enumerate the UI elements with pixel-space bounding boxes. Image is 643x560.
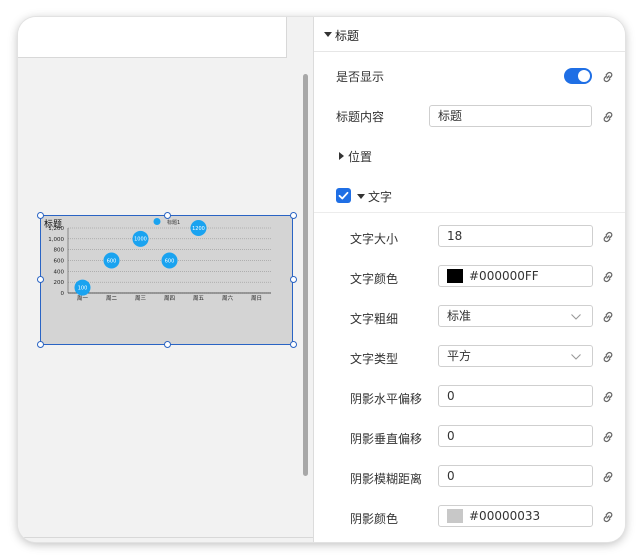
text-checkbox[interactable]	[336, 188, 351, 203]
y-tick-label: 600	[54, 259, 65, 265]
bubble-chart: 标题 标题11,2001,0008006004002000周一 周二 周三 周四 周五 周六…	[44, 218, 271, 302]
caret-down-icon[interactable]	[357, 194, 365, 199]
title-section-header[interactable]: 标题	[314, 17, 625, 52]
link-icon[interactable]	[601, 110, 615, 124]
chevron-down-icon	[571, 314, 581, 320]
link-icon[interactable]	[601, 390, 615, 404]
design-canvas[interactable]: 标题 标题1 1,200 1,000 800 600 400 200 0 周一 周二 周三 周四 周五 周六…	[18, 17, 313, 542]
y-tick-label: 1,000	[48, 237, 64, 243]
data-label: 100	[78, 285, 88, 291]
show-toggle[interactable]	[564, 68, 592, 84]
shadow-y-input[interactable]: 0	[438, 425, 593, 447]
toggle-knob	[578, 70, 590, 82]
shadow-blur-label: 阴影模糊距离	[350, 472, 423, 486]
text-section-label[interactable]: 文字	[368, 188, 392, 205]
x-tick-label: 周四	[164, 295, 175, 302]
font-weight-label: 文字粗细	[350, 312, 399, 326]
divider	[314, 212, 625, 213]
shadow-y-label: 阴影垂直偏移	[350, 432, 423, 446]
text-color-value: #000000FF	[469, 269, 539, 283]
check-icon	[338, 191, 349, 200]
font-size-label: 文字大小	[350, 232, 399, 246]
x-tick-label: 周一	[77, 295, 89, 302]
legend-label: 标题1	[167, 219, 180, 226]
section-title: 标题	[335, 29, 360, 43]
font-weight-value: 标准	[447, 309, 472, 323]
canvas-bottom-divider	[18, 537, 313, 538]
chevron-down-icon	[571, 354, 581, 360]
link-icon[interactable]	[601, 350, 615, 364]
y-tick-label: 200	[54, 280, 65, 286]
shadow-x-label: 阴影水平偏移	[350, 392, 423, 406]
text-color-swatch[interactable]	[447, 269, 463, 283]
link-icon[interactable]	[601, 510, 615, 524]
font-type-select[interactable]: 平方	[438, 345, 593, 367]
shadow-color-value: #00000033	[469, 509, 541, 523]
data-label: 600	[165, 258, 175, 264]
font-size-input[interactable]: 18	[438, 225, 593, 247]
link-icon[interactable]	[601, 270, 615, 284]
data-label: 600	[107, 258, 117, 264]
data-label: 1000	[134, 237, 147, 243]
link-icon[interactable]	[601, 70, 615, 84]
font-type-value: 平方	[447, 349, 472, 363]
link-icon[interactable]	[601, 430, 615, 444]
link-icon[interactable]	[601, 310, 615, 324]
shadow-color-swatch[interactable]	[447, 509, 463, 523]
font-type-label: 文字类型	[350, 352, 399, 366]
shadow-blur-input[interactable]: 0	[438, 465, 593, 487]
x-tick-label: 周日	[251, 295, 262, 302]
resize-handle-top[interactable]	[164, 212, 171, 219]
resize-handle-top-left[interactable]	[37, 212, 44, 219]
canvas-top-element[interactable]	[18, 17, 287, 58]
y-tick-label: 0	[61, 291, 65, 297]
show-label: 是否显示	[336, 70, 385, 84]
resize-handle-top-right[interactable]	[290, 212, 297, 219]
x-tick-label: 周六	[222, 294, 234, 302]
x-tick-label: 周五	[193, 295, 205, 302]
resize-handle-bottom-left[interactable]	[37, 341, 44, 348]
link-icon[interactable]	[601, 230, 615, 244]
text-color-label: 文字颜色	[350, 272, 399, 286]
x-tick-label: 周三	[135, 295, 147, 302]
content-label: 标题内容	[336, 110, 385, 124]
resize-handle-bottom[interactable]	[164, 341, 171, 348]
font-weight-select[interactable]: 标准	[438, 305, 593, 327]
caret-down-icon	[324, 32, 332, 37]
legend-marker	[153, 218, 161, 225]
y-tick-label: 800	[54, 248, 65, 254]
content-input[interactable]: 标题	[429, 105, 592, 127]
shadow-color-label: 阴影颜色	[350, 512, 399, 526]
resize-handle-right[interactable]	[290, 276, 297, 283]
canvas-scrollbar[interactable]	[303, 74, 308, 476]
app-window: 标题标题1 1,200 1,000 800 600 400 200 0 周一 周二 周三 周四 周五 周六…	[18, 17, 625, 542]
chart-widget[interactable]: 标题 标题1 1,200 1,000 800 600 400 200 0 周一 周二 周三 周四 周五 周六…	[40, 215, 293, 345]
y-tick-label: 1,200	[48, 226, 64, 232]
link-icon[interactable]	[601, 470, 615, 484]
caret-right-icon[interactable]	[339, 152, 344, 160]
y-tick-label: 400	[54, 269, 65, 275]
x-tick-label: 周二	[106, 295, 118, 302]
shadow-x-input[interactable]: 0	[438, 385, 593, 407]
position-label[interactable]: 位置	[348, 148, 372, 165]
property-panel: 标题 是否显示 标题内容 标题 位置 文字 文字大小 18 文字颜色 #0000…	[313, 17, 625, 542]
data-label: 1200	[192, 226, 205, 232]
resize-handle-bottom-right[interactable]	[290, 341, 297, 348]
resize-handle-left[interactable]	[37, 276, 44, 283]
